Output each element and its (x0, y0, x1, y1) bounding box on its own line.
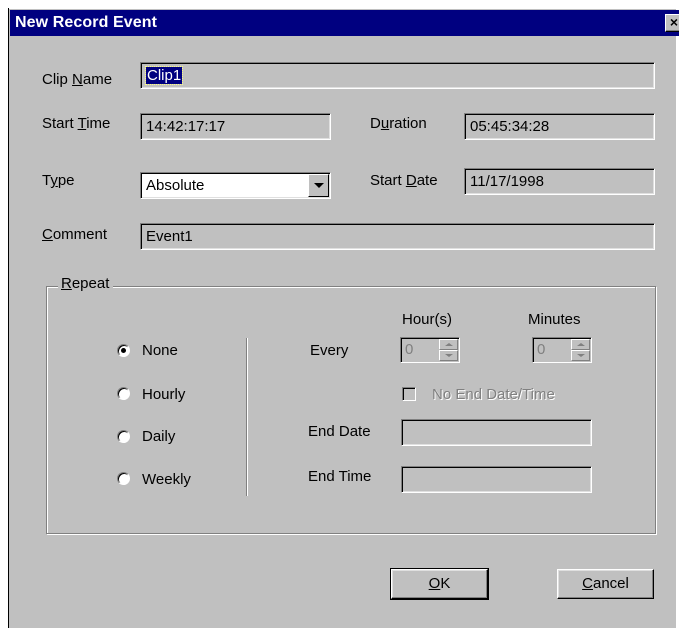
radio-none[interactable] (117, 344, 130, 357)
minutes-spinner[interactable]: 0 (532, 337, 592, 363)
hours-spinner[interactable]: 0 (400, 337, 460, 363)
start-date-field[interactable]: 11/17/1998 (464, 168, 655, 195)
spin-up-icon[interactable] (571, 339, 590, 350)
window-title: New Record Event (15, 14, 158, 31)
start-time-label: Start Time (42, 115, 111, 132)
every-label: Every (310, 342, 349, 359)
hours-label: Hour(s) (402, 311, 453, 328)
radio-hourly-label[interactable]: Hourly (142, 386, 185, 403)
start-time-value: 14:42:17:17 (146, 118, 226, 135)
start-date-value: 11/17/1998 (470, 173, 544, 190)
comment-value: Event1 (146, 228, 193, 245)
type-label: Type (42, 172, 75, 189)
radio-weekly[interactable] (117, 472, 130, 485)
hours-value: 0 (405, 341, 414, 358)
close-icon[interactable]: × (665, 14, 679, 32)
type-value: Absolute (146, 177, 205, 194)
end-date-label: End Date (308, 423, 371, 440)
titlebar[interactable]: New Record Event × (10, 10, 679, 36)
radio-none-label[interactable]: None (142, 342, 178, 359)
comment-label: Comment (42, 226, 108, 243)
comment-field[interactable]: Event1 (140, 223, 655, 250)
radio-daily[interactable] (117, 430, 130, 443)
type-select[interactable]: Absolute (140, 172, 331, 199)
ok-button[interactable]: OK (390, 568, 489, 600)
no-end-checkbox[interactable] (402, 387, 416, 401)
duration-value: 05:45:34:28 (470, 118, 550, 135)
no-end-label[interactable]: No End Date/Time (432, 386, 555, 403)
cancel-button[interactable]: Cancel (557, 569, 654, 599)
radio-daily-label[interactable]: Daily (142, 428, 175, 445)
end-time-label: End Time (308, 468, 372, 485)
repeat-caption: Repeat (58, 275, 114, 292)
clip-name-field[interactable]: Clip1 (140, 62, 655, 89)
clip-name-value: Clip1 (144, 66, 184, 85)
start-date-label: Start Date (370, 172, 438, 189)
start-time-field[interactable]: 14:42:17:17 (140, 113, 331, 140)
duration-field[interactable]: 05:45:34:28 (464, 113, 655, 140)
clip-name-label: Clip Name (42, 71, 113, 88)
spin-down-icon[interactable] (439, 350, 458, 361)
minutes-value: 0 (537, 341, 546, 358)
chevron-down-icon[interactable] (308, 174, 329, 197)
end-time-field[interactable] (401, 466, 592, 493)
duration-label: Duration (370, 115, 427, 132)
spin-down-icon[interactable] (571, 350, 590, 361)
repeat-divider (246, 338, 248, 496)
radio-weekly-label[interactable]: Weekly (142, 471, 191, 488)
minutes-label: Minutes (528, 311, 581, 328)
spin-up-icon[interactable] (439, 339, 458, 350)
radio-hourly[interactable] (117, 387, 130, 400)
dialog-edge (8, 8, 9, 628)
end-date-field[interactable] (401, 419, 592, 446)
